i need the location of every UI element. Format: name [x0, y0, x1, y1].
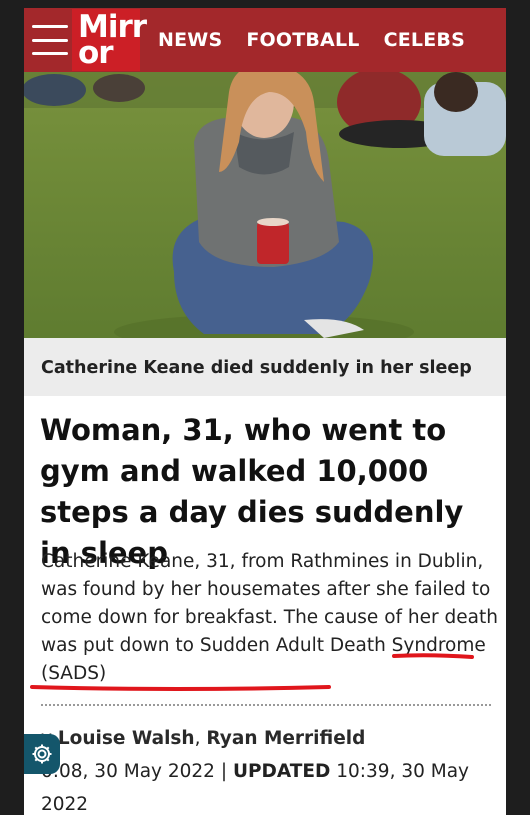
author-link-1[interactable]: Louise Walsh — [58, 728, 195, 749]
byline-divider — [41, 704, 491, 706]
author-link-2[interactable]: Ryan Merrifield — [206, 728, 365, 749]
article-page: Mirr or NEWS FOOTBALL CELEBS Catherine K… — [24, 8, 506, 815]
updated-label: UPDATED — [232, 761, 331, 782]
settings-button[interactable] — [24, 734, 60, 774]
red-underline-annotation — [30, 653, 474, 691]
publish-time: 0:08, 30 May 2022 — [41, 761, 215, 782]
gear-icon — [32, 744, 52, 764]
article-byline: y Louise Walsh, Ryan Merrifield 0:08, 30… — [41, 728, 470, 815]
